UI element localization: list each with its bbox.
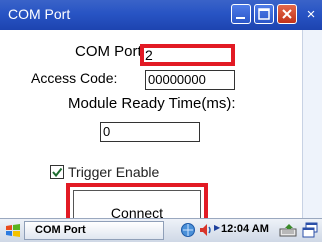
clock[interactable]: 12:04 AM xyxy=(221,223,269,235)
volume-icon[interactable] xyxy=(198,222,214,238)
network-icon[interactable] xyxy=(180,222,196,238)
taskbar: COM Port ▶ 12:04 AM xyxy=(0,218,322,242)
taskbar-item-com-port[interactable]: COM Port xyxy=(24,221,164,240)
right-frame xyxy=(302,30,322,218)
com-port-input[interactable]: 2 xyxy=(140,44,235,66)
windows-start-icon[interactable] xyxy=(4,222,22,240)
tray-arrow-icon: ▶ xyxy=(214,223,221,232)
minimize-button[interactable] xyxy=(231,4,251,24)
checkmark-icon xyxy=(52,167,63,178)
keyboard-icon[interactable] xyxy=(279,222,297,238)
close-icon xyxy=(282,9,292,19)
maximize-icon xyxy=(258,8,270,20)
title-bar: COM Port × xyxy=(0,0,322,30)
minimize-icon xyxy=(236,17,245,19)
maximize-button[interactable] xyxy=(254,4,274,24)
module-ready-time-input[interactable]: 0 xyxy=(100,122,200,142)
dialog-close-button[interactable]: × xyxy=(300,4,322,26)
com-port-label: COM Port: xyxy=(75,43,146,60)
module-ready-time-label: Module Ready Time(ms): xyxy=(68,95,236,112)
trigger-enable-checkbox[interactable] xyxy=(50,165,64,179)
trigger-enable-label: Trigger Enable xyxy=(68,164,160,180)
access-code-label: Access Code: xyxy=(31,70,118,86)
window-switch-icon[interactable] xyxy=(301,221,319,239)
window-title: COM Port xyxy=(8,6,71,22)
access-code-input[interactable]: 00000000 xyxy=(145,70,235,90)
close-button[interactable] xyxy=(277,4,297,24)
